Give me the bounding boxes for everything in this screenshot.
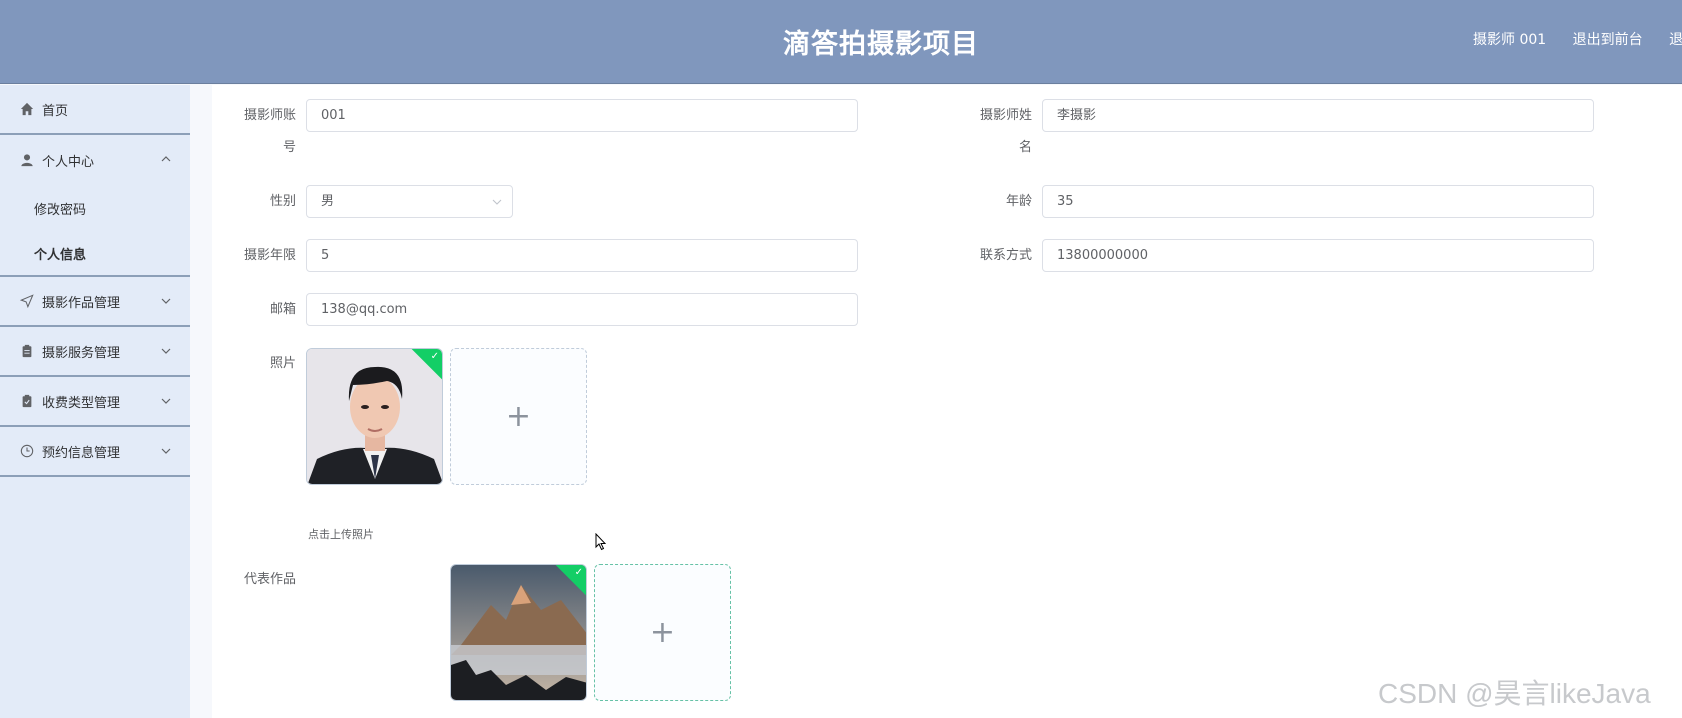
contact-field[interactable]: 13800000000 <box>1042 239 1594 272</box>
works-upload-button[interactable]: + <box>594 564 731 701</box>
sidebar-item-home[interactable]: 首页 <box>0 85 190 135</box>
account-label: 摄影师账号 <box>243 108 296 155</box>
app-title: 滴答拍摄影项目 <box>783 29 979 60</box>
gender-value: 男 <box>321 194 335 209</box>
photo-upload-button[interactable]: + <box>450 348 587 485</box>
sidebar-item-personal-center[interactable]: 个人中心 <box>0 135 190 185</box>
plus-icon: + <box>505 399 532 434</box>
email-label: 邮箱 <box>269 302 296 317</box>
top-header: 滴答拍摄影项目 摄影师 001 退出到前台 退出 <box>0 0 1682 84</box>
name-field[interactable]: 李摄影 <box>1042 99 1594 132</box>
photo-upload-hint: 点击上传照片 <box>308 528 374 541</box>
account-field[interactable]: 001 <box>306 99 858 132</box>
sidebar: 首页 个人中心 修改密码 个人信息 摄影作品管理 摄影服务管理 收费类型管理 预… <box>0 85 190 718</box>
main-content: 摄影师账号 001 摄影师姓名 李摄影 性别 男 年龄 35 摄影年限 5 联系… <box>190 85 1682 718</box>
sidebar-subitem-personal-info[interactable]: 个人信息 <box>0 231 190 277</box>
sidebar-subitem-change-password[interactable]: 修改密码 <box>0 185 190 231</box>
sidebar-item-label: 收费类型管理 <box>42 395 121 411</box>
sidebar-item-label: 个人中心 <box>42 154 95 170</box>
photo-label: 照片 <box>269 356 296 371</box>
chevron-up-icon <box>161 156 171 162</box>
check-icon: ✓ <box>430 351 439 362</box>
document-icon <box>20 394 34 408</box>
header-actions: 摄影师 001 退出到前台 退出 <box>1473 29 1682 49</box>
chevron-down-icon <box>161 398 171 404</box>
send-icon <box>20 294 34 308</box>
sidebar-item-works-management[interactable]: 摄影作品管理 <box>0 277 190 327</box>
email-field[interactable]: 138@qq.com <box>306 293 858 326</box>
clock-icon <box>20 444 34 458</box>
sidebar-item-fee-type-management[interactable]: 收费类型管理 <box>0 377 190 427</box>
chevron-down-icon <box>161 298 171 304</box>
landscape-image <box>451 565 586 700</box>
chevron-down-icon <box>492 199 502 205</box>
gender-select[interactable]: 男 <box>306 185 513 218</box>
age-field[interactable]: 35 <box>1042 185 1594 218</box>
home-icon <box>20 102 34 116</box>
watermark: CSDN @昊言likeJava <box>1378 678 1651 709</box>
current-user: 摄影师 001 <box>1473 32 1547 48</box>
contact-label: 联系方式 <box>979 248 1032 263</box>
mouse-cursor-icon <box>595 533 607 551</box>
chevron-down-icon <box>161 348 171 354</box>
years-label: 摄影年限 <box>243 248 296 263</box>
sidebar-item-appointment-management[interactable]: 预约信息管理 <box>0 427 190 477</box>
gender-label: 性别 <box>269 194 296 209</box>
sidebar-item-label: 摄影作品管理 <box>42 295 121 311</box>
photo-thumbnail[interactable]: ✓ <box>306 348 443 485</box>
name-label: 摄影师姓名 <box>979 108 1032 155</box>
chevron-down-icon <box>161 448 171 454</box>
portrait-image <box>307 349 442 484</box>
sidebar-item-service-management[interactable]: 摄影服务管理 <box>0 327 190 377</box>
sidebar-item-label: 首页 <box>42 103 69 119</box>
sidebar-item-label: 预约信息管理 <box>42 445 121 461</box>
age-label: 年龄 <box>1005 194 1032 209</box>
back-to-front-link[interactable]: 退出到前台 <box>1573 32 1643 48</box>
works-label: 代表作品 <box>243 572 296 587</box>
clipboard-icon <box>20 344 34 358</box>
check-icon: ✓ <box>574 567 583 578</box>
plus-icon: + <box>649 615 676 650</box>
user-icon <box>20 153 34 167</box>
sidebar-item-label: 摄影服务管理 <box>42 345 121 361</box>
years-field[interactable]: 5 <box>306 239 858 272</box>
logout-link[interactable]: 退出 <box>1669 32 1682 48</box>
works-thumbnail[interactable]: ✓ <box>450 564 587 701</box>
